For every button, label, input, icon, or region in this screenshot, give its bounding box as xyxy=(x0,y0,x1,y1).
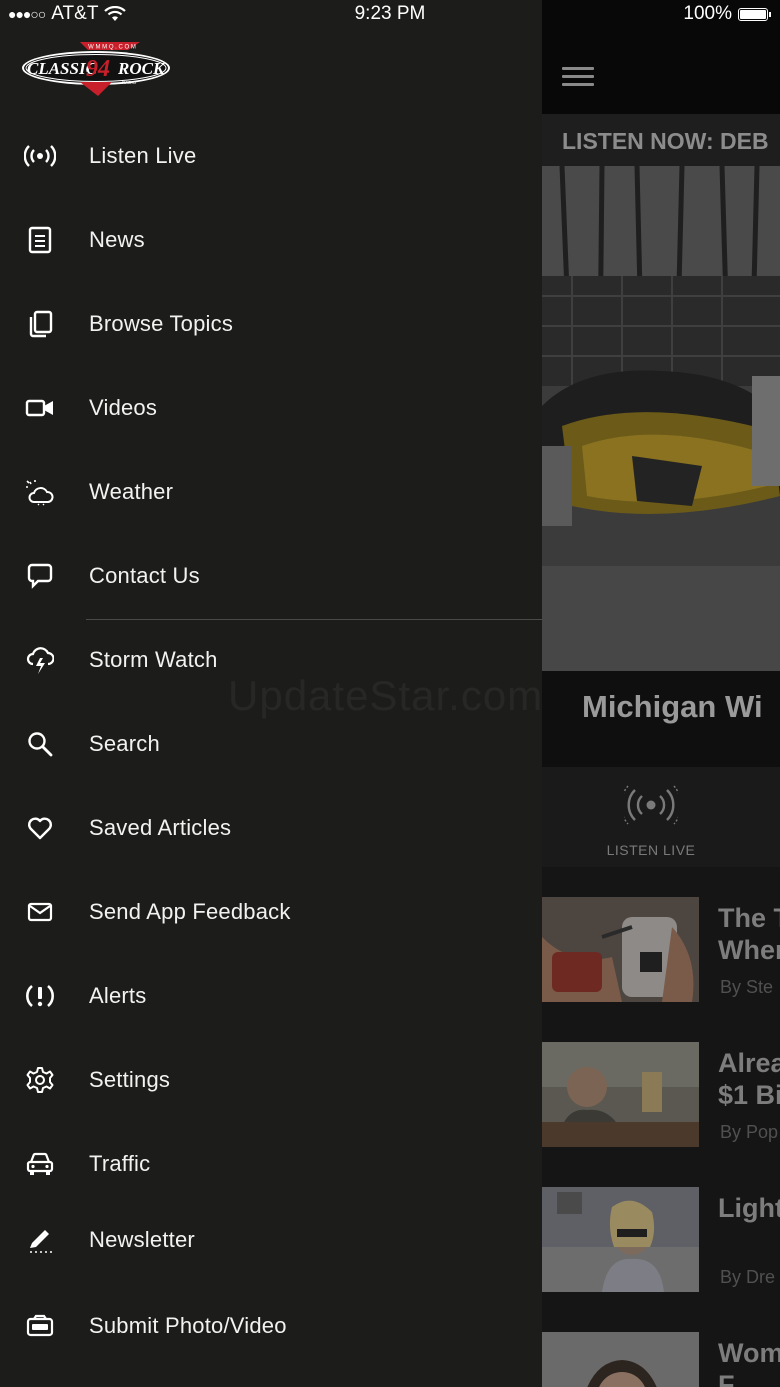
list-item[interactable]: Alrea $1 Bi By Pop xyxy=(542,1012,780,1157)
svg-text:ROCK: ROCK xyxy=(117,59,166,78)
menu-item-label: Saved Articles xyxy=(89,815,232,840)
station-logo[interactable]: W M M Q . C O M CLASSIC 94 ROCK RADIO xyxy=(20,40,172,98)
watermark-text: UpdateStar.com xyxy=(228,672,544,719)
menu-item-traffic[interactable]: Traffic xyxy=(0,1122,542,1206)
svg-text:W M M Q . C O M: W M M Q . C O M xyxy=(88,45,136,51)
menu-item-label: Submit Photo/Video xyxy=(89,1313,287,1338)
menu-item-label: Alerts xyxy=(89,983,147,1008)
hamburger-menu-icon[interactable] xyxy=(562,67,594,87)
article-thumbnail xyxy=(542,1042,699,1147)
menu-item-contact-us[interactable]: Contact Us xyxy=(0,534,542,618)
article-thumbnail xyxy=(542,897,699,1002)
menu-divider xyxy=(86,619,542,620)
menu-item-label: Weather xyxy=(89,479,174,504)
svg-text:94: 94 xyxy=(86,56,110,82)
menu-item-label: Storm Watch xyxy=(89,647,218,672)
hero-image[interactable] xyxy=(542,166,780,671)
menu-item-alerts[interactable]: Alerts xyxy=(0,954,542,1038)
chat-bubble-icon xyxy=(22,558,58,594)
pencil-icon xyxy=(22,1222,58,1258)
menu-item-news[interactable]: News xyxy=(0,198,542,282)
listen-live-strip[interactable]: LISTEN LIVE xyxy=(542,767,780,867)
storm-cloud-icon xyxy=(22,642,58,678)
partly-cloudy-icon xyxy=(22,474,58,510)
article-title-line1: Light xyxy=(718,1193,780,1223)
camera-icon xyxy=(22,1308,58,1344)
menu-item-label: Videos xyxy=(89,395,158,420)
main-content: LISTEN NOW: DEB Michigan Wi LISTEN LIVE … xyxy=(542,0,780,1387)
menu-item-send-app-feedback[interactable]: Send App Feedback xyxy=(0,870,542,954)
car-icon xyxy=(22,1146,58,1182)
copy-icon xyxy=(22,306,58,342)
article-title-line1: Alrea xyxy=(718,1048,780,1078)
article-thumbnail xyxy=(542,1187,699,1292)
menu-item-videos[interactable]: Videos xyxy=(0,366,542,450)
article-list: The T When By Ste Alrea $1 Bi By Pop xyxy=(542,867,780,1387)
article-byline: By Dre xyxy=(720,1267,776,1287)
menu-item-browse-topics[interactable]: Browse Topics xyxy=(0,282,542,366)
menu-item-label: Contact Us xyxy=(89,563,200,588)
menu-item-label: Settings xyxy=(89,1067,171,1092)
broadcast-icon xyxy=(624,785,678,825)
list-item[interactable]: Wom F xyxy=(542,1302,780,1387)
broadcast-icon xyxy=(22,138,58,174)
battery-icon xyxy=(738,7,771,21)
list-item[interactable]: The T When By Ste xyxy=(542,867,780,1012)
alert-icon xyxy=(22,978,58,1014)
hero-photo xyxy=(542,166,780,671)
menu-item-settings[interactable]: Settings xyxy=(0,1038,542,1122)
article-thumbnail xyxy=(542,1332,699,1387)
gear-icon xyxy=(22,1062,58,1098)
article-title-line2: F xyxy=(718,1370,735,1387)
article-byline: By Ste xyxy=(720,977,774,997)
document-icon xyxy=(22,222,58,258)
article-title-line2: When xyxy=(718,935,780,965)
menu-item-label: Listen Live xyxy=(89,143,197,168)
menu-item-newsletter[interactable]: Newsletter xyxy=(0,1198,542,1282)
video-camera-icon xyxy=(22,390,58,426)
menu-item-saved-articles[interactable]: Saved Articles xyxy=(0,786,542,870)
menu-item-label: Traffic xyxy=(89,1151,151,1176)
menu-item-label: Search xyxy=(89,731,160,756)
menu-item-listen-live[interactable]: Listen Live xyxy=(0,114,542,198)
menu-item-label: Send App Feedback xyxy=(89,899,291,924)
menu-item-submit-photo-video[interactable]: Submit Photo/Video xyxy=(0,1284,542,1368)
menu-item-label: News xyxy=(89,227,145,252)
svg-text:RADIO: RADIO xyxy=(122,80,137,85)
menu-item-weather[interactable]: Weather xyxy=(0,450,542,534)
battery-percent: 100% xyxy=(683,3,732,24)
listen-now-ticker[interactable]: LISTEN NOW: DEB xyxy=(542,114,780,166)
status-bar: ●●●○○ AT&T 9:23 PM 100% xyxy=(0,0,780,28)
article-title-line2: $1 Bi xyxy=(718,1080,780,1110)
article-title-line1: The T xyxy=(718,903,780,933)
envelope-icon xyxy=(22,894,58,930)
article-byline: By Pop xyxy=(720,1122,779,1142)
menu-item-label: Browse Topics xyxy=(89,311,234,336)
list-item[interactable]: Light By Dre xyxy=(542,1157,780,1302)
search-icon xyxy=(22,726,58,762)
clock: 9:23 PM xyxy=(354,3,426,24)
menu-item-label: Newsletter xyxy=(89,1227,195,1252)
listen-live-label: LISTEN LIVE xyxy=(606,842,696,858)
heart-icon xyxy=(22,810,58,846)
hero-headline[interactable]: Michigan Wi xyxy=(542,671,780,767)
article-title-line1: Wom xyxy=(718,1338,780,1368)
